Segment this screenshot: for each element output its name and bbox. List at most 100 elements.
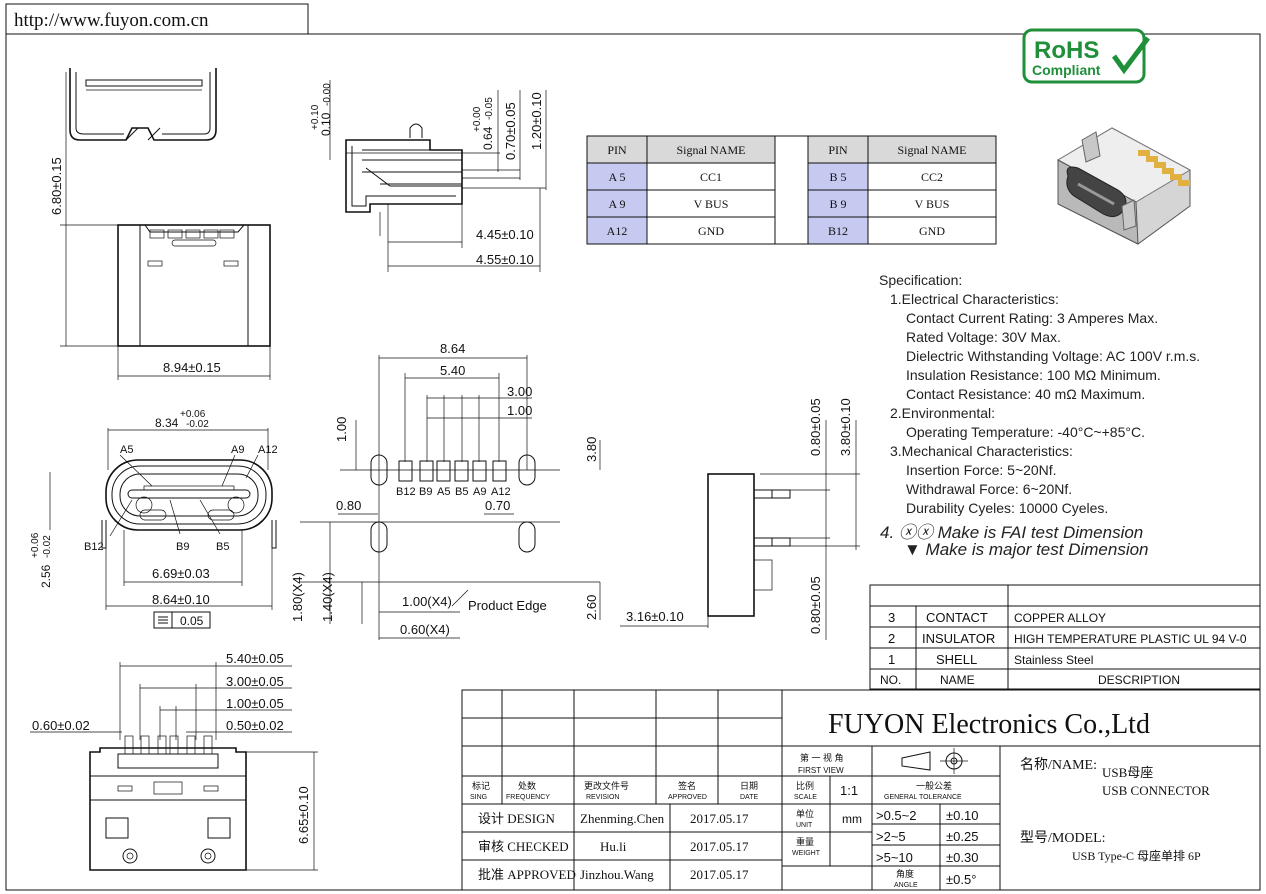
dim-bottom-0-50: 0.50±0.02 — [226, 718, 284, 733]
bom-header-desc: DESCRIPTION — [1098, 673, 1180, 687]
pad-label-b9: B9 — [419, 486, 432, 498]
scale-value: 1:1 — [840, 783, 858, 798]
tol-range-1: >0.5~2 — [876, 808, 917, 823]
dim-064-value: 0.64 — [481, 126, 495, 150]
dim-bottom-0-60: 0.60±0.02 — [32, 718, 90, 733]
rohs-badge: RoHS Compliant — [1022, 28, 1150, 84]
bom-row-2-no: 2 — [888, 631, 895, 646]
scale-en: SCALE — [794, 794, 817, 801]
design-role: 设计 DESIGN — [478, 811, 556, 826]
bom-row-3-no: 3 — [888, 610, 895, 625]
name-en: USB CONNECTOR — [1102, 783, 1210, 798]
weight-cn: 重量 — [796, 836, 814, 847]
weight-en: WEIGHT — [792, 850, 821, 857]
tol-value-3: ±0.30 — [946, 850, 978, 865]
pad-label-b5: B5 — [455, 486, 468, 498]
website-url: http://www.fuyon.com.cn — [14, 10, 209, 31]
spec-line-10: Insertion Force: 5~20Nf. — [906, 462, 1057, 478]
dim-256-tol-plus: +0.06 — [30, 532, 41, 558]
pin-right-0: B 5 — [829, 170, 846, 184]
checked-name: Hu.li — [600, 839, 627, 854]
drawing-sheet: http://www.fuyon.com.cn RoHS Compliant 6… — [0, 0, 1266, 894]
model-value: USB Type-C 母座单排 6P — [1072, 848, 1201, 863]
tolerance-en: GENERAL TOLERANCE — [884, 794, 962, 801]
bom-row-2-desc: HIGH TEMPERATURE PLASTIC UL 94 V-0 — [1014, 632, 1247, 646]
spec-line-6: Contact Resistance: 40 mΩ Maximum. — [906, 386, 1146, 402]
signal-right-0: CC2 — [921, 170, 943, 184]
unit-cn: 单位 — [796, 808, 814, 819]
tol-value-1: ±0.10 — [946, 808, 978, 823]
dim-1-00-vert: 1.00 — [334, 417, 349, 442]
dim-3-80-pcb: 3.80 — [584, 437, 599, 462]
tol-value-2: ±0.25 — [946, 829, 978, 844]
dim-1-40-x4: 1.40(X4) — [320, 572, 335, 622]
dim-8-64-pcb: 8.64 — [440, 341, 465, 356]
dim-0-80-pcb: 0.80 — [336, 498, 361, 513]
dim-1-80-x4: 1.80(X4) — [290, 572, 305, 622]
spec-line-7: 2.Environmental: — [890, 405, 996, 421]
front-pin-a9: A9 — [231, 444, 244, 456]
pin-left-1: A 9 — [608, 197, 625, 211]
pin-header-left: PIN — [607, 143, 627, 157]
col-frequency-cn: 处数 — [518, 780, 536, 791]
dim-side-3-80: 3.80±0.10 — [838, 398, 853, 456]
pin-right-1: B 9 — [829, 197, 846, 211]
pad-label-a5: A5 — [437, 486, 450, 498]
dim-6-69: 6.69±0.03 — [152, 566, 210, 581]
dim-0-60-x4: 0.60(X4) — [400, 622, 450, 637]
bom-row-2-name: INSULATOR — [922, 631, 995, 646]
col-approved-en: APPROVED — [668, 794, 707, 801]
dim-side-3-16: 3.16±0.10 — [626, 609, 684, 624]
spec-line-2: Contact Current Rating: 3 Amperes Max. — [906, 310, 1159, 326]
front-pin-b5: B5 — [216, 541, 229, 553]
pad-label-b12: B12 — [396, 486, 416, 498]
dim-010-tol-minus: -0.00 — [322, 83, 333, 106]
dim-4-45: 4.45±0.10 — [476, 227, 534, 242]
signal-right-2: GND — [919, 224, 945, 238]
product-edge-label: Product Edge — [468, 598, 547, 613]
approved-role: 批准 APPROVED — [478, 867, 576, 882]
front-pin-a5: A5 — [120, 444, 133, 456]
unit-value: mm — [842, 812, 862, 826]
spec-line-3: Rated Voltage: 30V Max. — [906, 329, 1061, 345]
angle-cn: 角度 — [896, 868, 914, 879]
spec-line-1: 1.Electrical Characteristics: — [890, 291, 1059, 307]
dim-256-tol-minus: -0.02 — [42, 535, 53, 558]
dim-bottom-5-40: 5.40±0.05 — [226, 651, 284, 666]
col-revision-cn: 更改文件号 — [584, 780, 629, 791]
model-label: 型号/MODEL: — [1020, 830, 1106, 846]
signal-left-0: CC1 — [700, 170, 722, 184]
dim-834-tol-minus: -0.02 — [186, 419, 209, 430]
bom-row-3-name: CONTACT — [926, 610, 988, 625]
dim-010-value: 0.10 — [319, 112, 333, 136]
first-view-en: FIRST VIEW — [798, 766, 844, 775]
approved-name: Jinzhou.Wang — [580, 867, 654, 882]
signal-header-left: Signal NAME — [677, 143, 746, 157]
dim-1-00-x4: 1.00(X4) — [402, 594, 452, 609]
dim-256-value: 2.56 — [39, 564, 53, 588]
dim-6-80: 6.80±0.15 — [49, 157, 64, 215]
dim-bottom-6-65: 6.65±0.10 — [296, 786, 311, 844]
col-approved-cn: 签名 — [678, 780, 696, 791]
dim-2-60-pcb: 2.60 — [584, 595, 599, 620]
pin-left-2: A12 — [607, 224, 628, 238]
flatness-value: 0.05 — [180, 614, 204, 628]
dim-side-0-80-bottom: 0.80±0.05 — [808, 576, 823, 634]
col-date-cn: 日期 — [740, 781, 758, 791]
signal-right-1: V BUS — [915, 197, 950, 211]
dim-4-55: 4.55±0.10 — [476, 252, 534, 267]
first-view-cn: 第 一 视 角 — [800, 752, 844, 763]
tol-value-angle: ±0.5° — [946, 872, 976, 887]
scale-cn: 比例 — [796, 780, 814, 791]
signal-left-1: V BUS — [694, 197, 729, 211]
tol-range-3: >5~10 — [876, 850, 913, 865]
pad-label-a9: A9 — [473, 486, 486, 498]
name-label: 名称/NAME: — [1020, 757, 1097, 773]
table-gap — [774, 135, 809, 245]
company-name: FUYON Electronics Co.,Ltd — [828, 709, 1150, 740]
dim-bottom-3-00: 3.00±0.05 — [226, 674, 284, 689]
dim-bottom-1-00: 1.00±0.05 — [226, 696, 284, 711]
approved-date: 2017.05.17 — [690, 867, 749, 882]
spec-note-major: ▼ Make is major test Dimension — [904, 540, 1149, 559]
rohs-subtitle: Compliant — [1032, 62, 1101, 78]
